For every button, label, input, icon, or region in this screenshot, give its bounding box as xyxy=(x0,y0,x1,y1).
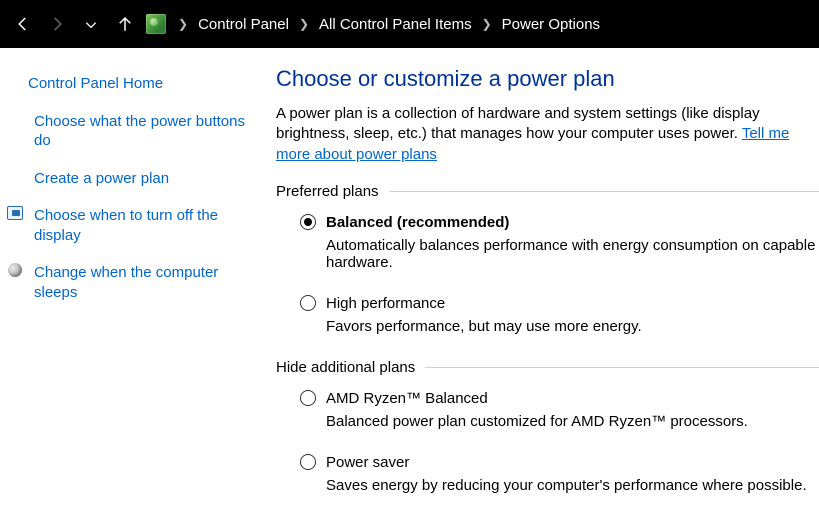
group-header[interactable]: Hide additional plans xyxy=(276,359,819,376)
plan-name: Balanced (recommended) xyxy=(326,214,509,231)
additional-plans-group: Hide additional plans AMD Ryzen™ Balance… xyxy=(276,359,819,494)
plan-balanced: Balanced (recommended) Automatically bal… xyxy=(276,214,819,271)
preferred-plans-group: Preferred plans Balanced (recommended) A… xyxy=(276,183,819,335)
plan-radio-row[interactable]: AMD Ryzen™ Balanced xyxy=(300,390,819,407)
plan-description: Automatically balances performance with … xyxy=(326,237,819,271)
plan-name: High performance xyxy=(326,295,445,312)
plan-description: Balanced power plan customized for AMD R… xyxy=(326,413,819,430)
radio-button[interactable] xyxy=(300,454,316,470)
plan-description: Favors performance, but may use more ene… xyxy=(326,318,819,335)
sidebar-home-label: Control Panel Home xyxy=(28,74,163,94)
sidebar-link-display-off[interactable]: Choose when to turn off the display xyxy=(28,206,250,245)
sidebar: Control Panel Home Choose what the power… xyxy=(0,48,270,530)
sidebar-link-label: Choose what the power buttons do xyxy=(34,112,250,151)
group-divider xyxy=(389,191,819,192)
moon-icon xyxy=(6,263,24,277)
page-heading: Choose or customize a power plan xyxy=(276,66,819,92)
sidebar-link-label: Change when the computer sleeps xyxy=(34,263,250,302)
plan-name: AMD Ryzen™ Balanced xyxy=(326,390,488,407)
plan-name: Power saver xyxy=(326,454,409,471)
plan-amd-ryzen: AMD Ryzen™ Balanced Balanced power plan … xyxy=(276,390,819,430)
breadcrumb-item[interactable]: Power Options xyxy=(500,12,602,37)
breadcrumb: ❯ Control Panel ❯ All Control Panel Item… xyxy=(146,12,602,37)
sidebar-link-label: Choose when to turn off the display xyxy=(34,206,250,245)
plan-radio-row[interactable]: Power saver xyxy=(300,454,819,471)
breadcrumb-item[interactable]: Control Panel xyxy=(196,12,291,37)
plan-radio-row[interactable]: High performance xyxy=(300,295,819,312)
plan-high-performance: High performance Favors performance, but… xyxy=(276,295,819,335)
sidebar-link-label: Create a power plan xyxy=(34,169,169,189)
intro-text: A power plan is a collection of hardware… xyxy=(276,104,819,165)
sidebar-link-sleep[interactable]: Change when the computer sleeps xyxy=(28,263,250,302)
chevron-right-icon[interactable]: ❯ xyxy=(172,17,194,31)
chevron-right-icon[interactable]: ❯ xyxy=(476,17,498,31)
control-panel-icon xyxy=(146,14,166,34)
group-header: Preferred plans xyxy=(276,183,819,200)
group-label: Preferred plans xyxy=(276,183,389,200)
plan-power-saver: Power saver Saves energy by reducing you… xyxy=(276,454,819,494)
sidebar-link-power-buttons[interactable]: Choose what the power buttons do xyxy=(28,112,250,151)
main-content: Choose or customize a power plan A power… xyxy=(270,48,819,530)
plan-radio-row[interactable]: Balanced (recommended) xyxy=(300,214,819,231)
group-label: Hide additional plans xyxy=(276,359,425,376)
up-button[interactable] xyxy=(108,7,142,41)
forward-button[interactable] xyxy=(40,7,74,41)
chevron-right-icon[interactable]: ❯ xyxy=(293,17,315,31)
group-divider xyxy=(425,367,819,368)
monitor-icon xyxy=(6,206,24,220)
sidebar-home-link[interactable]: Control Panel Home xyxy=(28,74,250,94)
recent-locations-button[interactable] xyxy=(74,7,108,41)
breadcrumb-item[interactable]: All Control Panel Items xyxy=(317,12,474,37)
back-button[interactable] xyxy=(6,7,40,41)
radio-button[interactable] xyxy=(300,390,316,406)
intro-pre: A power plan is a collection of hardware… xyxy=(276,105,760,142)
sidebar-link-create-plan[interactable]: Create a power plan xyxy=(28,169,250,189)
address-bar: ❯ Control Panel ❯ All Control Panel Item… xyxy=(0,0,819,48)
radio-button[interactable] xyxy=(300,214,316,230)
plan-description: Saves energy by reducing your computer's… xyxy=(326,477,819,494)
radio-button[interactable] xyxy=(300,295,316,311)
